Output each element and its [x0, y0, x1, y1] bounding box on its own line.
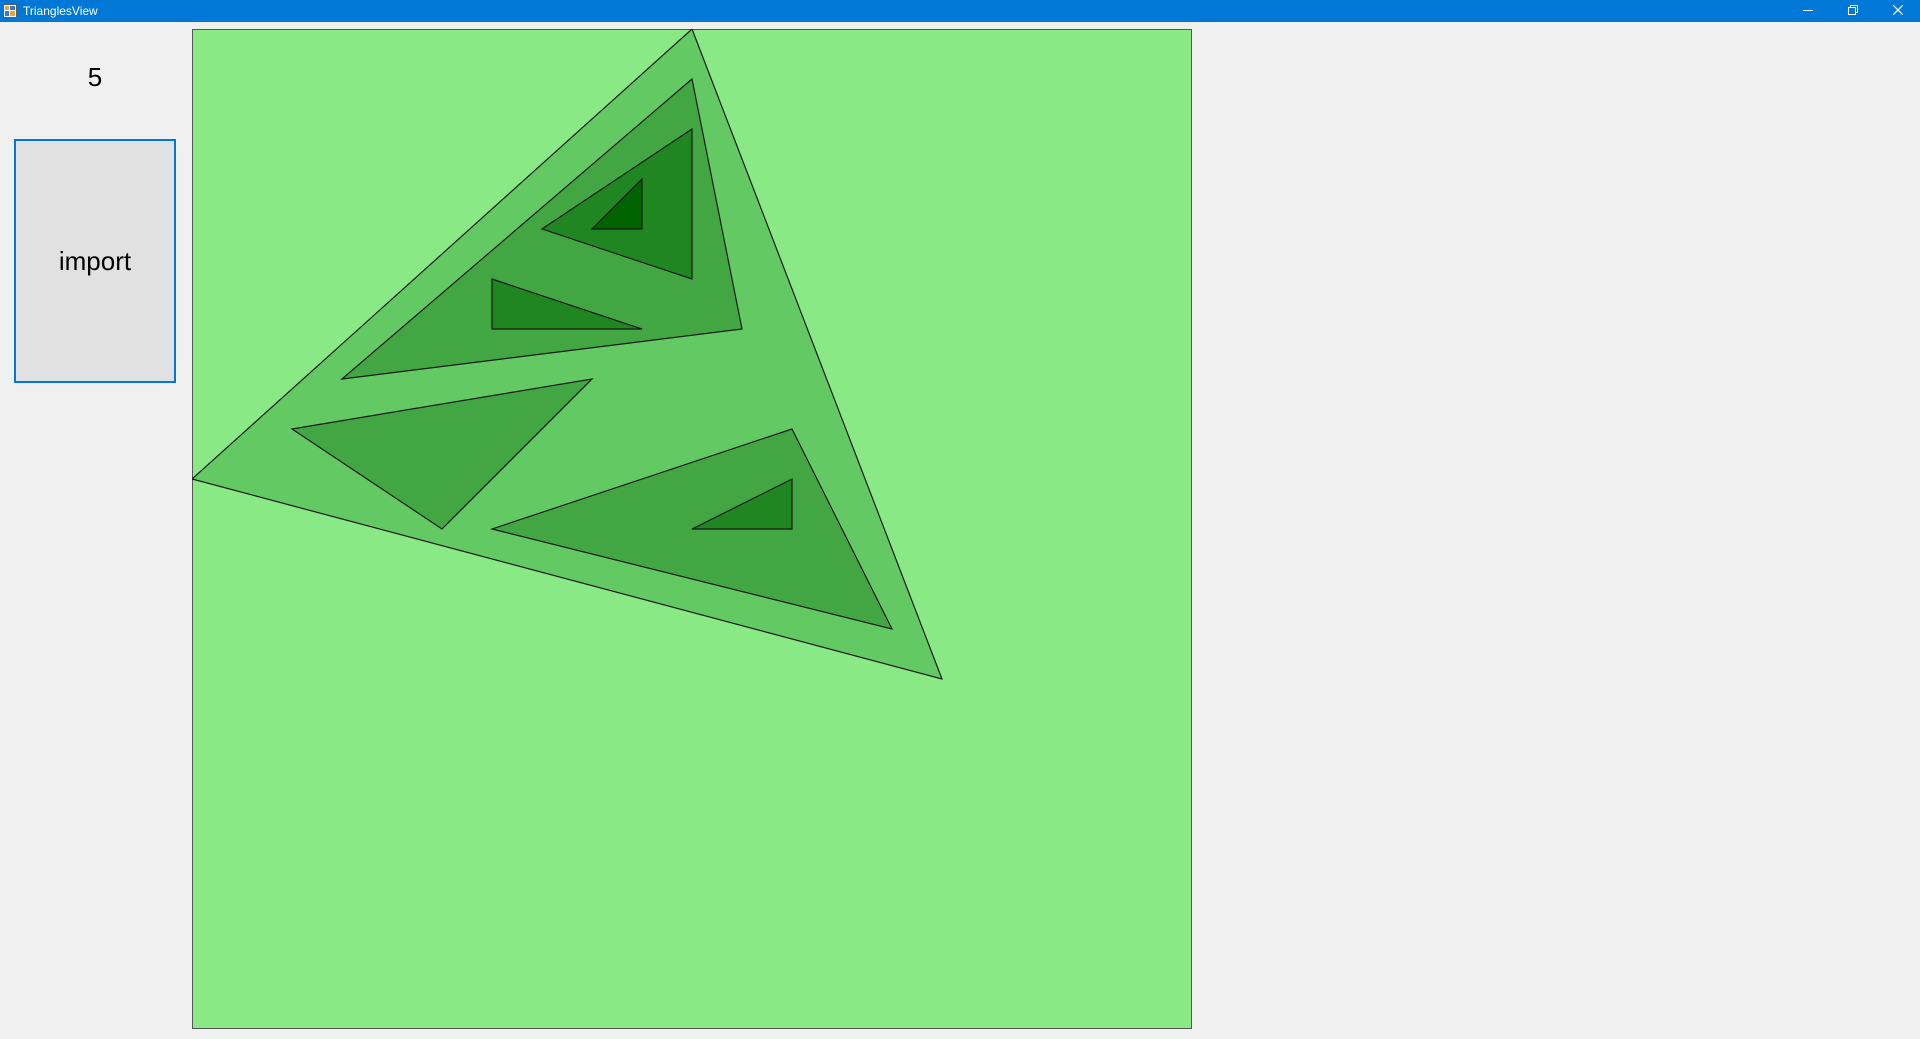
app-icon [3, 4, 17, 18]
restore-icon [1847, 2, 1858, 20]
import-button[interactable]: import [14, 139, 176, 383]
title-bar[interactable]: TrianglesView [0, 0, 1920, 22]
triangles-canvas [192, 29, 1192, 1029]
maximize-button[interactable] [1830, 0, 1875, 22]
triangle-count-label: 5 [87, 62, 103, 92]
app-window: TrianglesView 5 import [0, 0, 1920, 1039]
close-button[interactable] [1875, 0, 1920, 22]
minimize-icon [1802, 2, 1813, 20]
minimize-button[interactable] [1785, 0, 1830, 22]
window-title: TrianglesView [23, 4, 98, 18]
close-icon [1892, 2, 1903, 20]
